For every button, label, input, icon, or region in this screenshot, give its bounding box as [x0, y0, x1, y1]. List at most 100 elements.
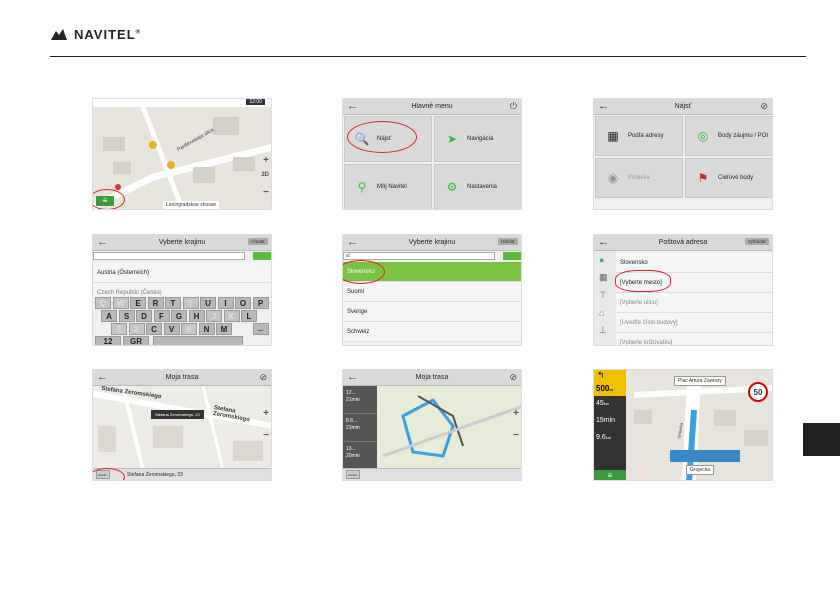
friends-icon: ◉ [607, 171, 619, 185]
key-r[interactable]: R [147, 297, 164, 309]
zoom-in-button[interactable]: + [263, 408, 269, 419]
navitel-logo: NAVITEL® [50, 27, 141, 42]
title-bar: ← Moja trasa ⊘ [343, 370, 521, 386]
key-l[interactable]: L [241, 310, 257, 322]
route-option[interactable]: 12... 21min [343, 386, 377, 414]
screenshot-route-options: ← Moja trasa ⊘ + − 12... 21min 8.8... 21min … [342, 369, 522, 481]
back-arrow-icon[interactable]: ← [97, 371, 108, 383]
key-i[interactable]: I [217, 297, 234, 309]
keyboard-toggle-button[interactable] [253, 252, 271, 260]
screenshot-map-view: 12:00 Panfilovskaja ulica Leningradskoe … [92, 98, 272, 210]
key-w[interactable]: W [112, 297, 129, 309]
logo-text: NAVITEL® [74, 27, 142, 42]
search-button[interactable]: Vyhľadať [744, 238, 769, 245]
zoom-out-button[interactable]: − [513, 430, 519, 441]
key-p[interactable]: P [252, 297, 269, 309]
backspace-icon[interactable]: ← [253, 323, 269, 335]
navigation-icon: ➤ [446, 132, 458, 146]
key-o[interactable]: O [235, 297, 251, 309]
list-item[interactable]: Sverige [343, 302, 521, 322]
route-list: 12... 21min 8.8... 21min 13... 20min [343, 386, 377, 470]
country-icon: ● [599, 255, 605, 265]
screenshot-select-country-keyboard: ← Vyberte krajinu Hľadať Austria (Österrei… [92, 234, 272, 346]
address-field-street[interactable]: [Vyberte ulicu] [616, 293, 772, 313]
zoom-in-button[interactable]: + [263, 155, 269, 166]
highlight-circle [347, 121, 417, 153]
highlight-circle [615, 270, 671, 292]
key-j[interactable]: J [206, 310, 222, 322]
key-v[interactable]: V [163, 323, 180, 335]
search-button[interactable]: Hľadať [248, 238, 268, 245]
tile-by-address[interactable]: ▦ Podľa adresy [595, 116, 683, 156]
screenshot-main-menu: ← Hlavné menu ⏻ 🔍 Nájsť ➤ Navigácia ⚲ Môj Nav… [342, 98, 522, 210]
tile-settings[interactable]: ⚙ Nastavenia [434, 164, 521, 209]
back-arrow-icon[interactable]: ← [598, 236, 609, 248]
tile-friends[interactable]: ◉ Priatelia [595, 158, 683, 198]
key-b[interactable]: B [181, 323, 197, 335]
search-button[interactable]: Hľadať [498, 238, 518, 245]
key-numbers[interactable]: 12 [95, 336, 121, 345]
back-arrow-icon[interactable]: ← [347, 371, 358, 383]
key-h[interactable]: H [188, 310, 205, 322]
view-mode-button[interactable]: 2D [261, 172, 269, 178]
menu-button[interactable]: ≡ [594, 470, 626, 480]
key-f[interactable]: F [153, 310, 170, 322]
key-z[interactable]: Z [111, 323, 127, 335]
list-item[interactable]: Austria (Österreich) [93, 263, 271, 283]
key-g[interactable]: G [171, 310, 187, 322]
tile-waypoints[interactable]: ⚑ Cieľové body [685, 158, 772, 198]
key-q[interactable]: Q [95, 297, 111, 309]
key-y[interactable]: Y [182, 297, 199, 309]
address-field-crossroad[interactable]: [Vyberte križovatku] [616, 333, 772, 345]
header-divider [50, 56, 806, 57]
zoom-out-button[interactable]: − [263, 430, 269, 441]
satellite-icon: ⊘ [760, 101, 768, 111]
zoom-in-button[interactable]: + [513, 408, 519, 419]
tile-navigation[interactable]: ➤ Navigácia [434, 116, 521, 162]
key-m[interactable]: M [216, 323, 232, 335]
key-language[interactable]: GR [123, 336, 149, 345]
key-c[interactable]: C [146, 323, 162, 335]
key-u[interactable]: U [200, 297, 216, 309]
key-t[interactable]: T [165, 297, 181, 309]
tile-poi[interactable]: ◎ Body záujmu / POI [685, 116, 772, 156]
keyboard-toggle-button[interactable] [503, 252, 521, 260]
key-x[interactable]: X [128, 323, 145, 335]
key-d[interactable]: D [136, 310, 152, 322]
screenshot-my-route-map: ← Moja trasa ⊘ Stefana Zeromskiego Stefana… [92, 369, 272, 481]
key-space[interactable] [153, 336, 243, 345]
back-arrow-icon[interactable]: ← [97, 236, 108, 248]
route-option[interactable]: 8.8... 21min [343, 414, 377, 442]
tile-my-navitel[interactable]: ⚲ Môj Navitel [344, 164, 432, 209]
section-tab [803, 423, 840, 456]
map-area[interactable]: Stefana Zeromskiego Stefana Zeromskiego … [93, 385, 271, 471]
key-e[interactable]: E [130, 297, 146, 309]
navitel-logo-icon [51, 28, 67, 40]
list-item[interactable]: Schweiz [343, 322, 521, 342]
building-icon: ⌂ [599, 308, 605, 318]
screenshot-find-menu: ← Nájsť ⊘ ▦ Podľa adresy ◎ Body záujmu / POI… [593, 98, 773, 210]
list-item[interactable]: Suomi [343, 282, 521, 302]
location-popup[interactable]: Stefana Żeromskiego, 23 [151, 410, 204, 419]
back-arrow-icon[interactable]: ← [347, 100, 358, 112]
icon-column: ● ▦ ⊤ ⌂ ⊥ [594, 251, 616, 345]
city-icon: ▦ [599, 272, 608, 282]
key-k[interactable]: K [223, 310, 240, 322]
key-n[interactable]: N [198, 323, 215, 335]
extend-button[interactable]: Rozšír. [346, 470, 360, 479]
power-icon[interactable]: ⏻ [510, 101, 517, 112]
key-a[interactable]: A [101, 310, 117, 322]
key-s[interactable]: S [118, 310, 135, 322]
back-arrow-icon[interactable]: ← [598, 100, 609, 112]
street-icon: ⊤ [599, 290, 607, 300]
address-field-building[interactable]: [Uveďte číslo budovy] [616, 313, 772, 333]
search-input[interactable] [93, 252, 245, 260]
zoom-out-button[interactable]: − [263, 187, 269, 198]
highlight-circle [93, 468, 125, 480]
title-bar: ← Vyberte krajinu Hľadať [93, 235, 271, 251]
title-bar: ← Nájsť ⊘ [594, 99, 772, 115]
back-arrow-icon[interactable]: ← [347, 236, 358, 248]
poi-icon: ◎ [697, 129, 709, 143]
route-option[interactable]: 13... 20min [343, 442, 377, 470]
search-input[interactable]: sl [343, 252, 495, 260]
